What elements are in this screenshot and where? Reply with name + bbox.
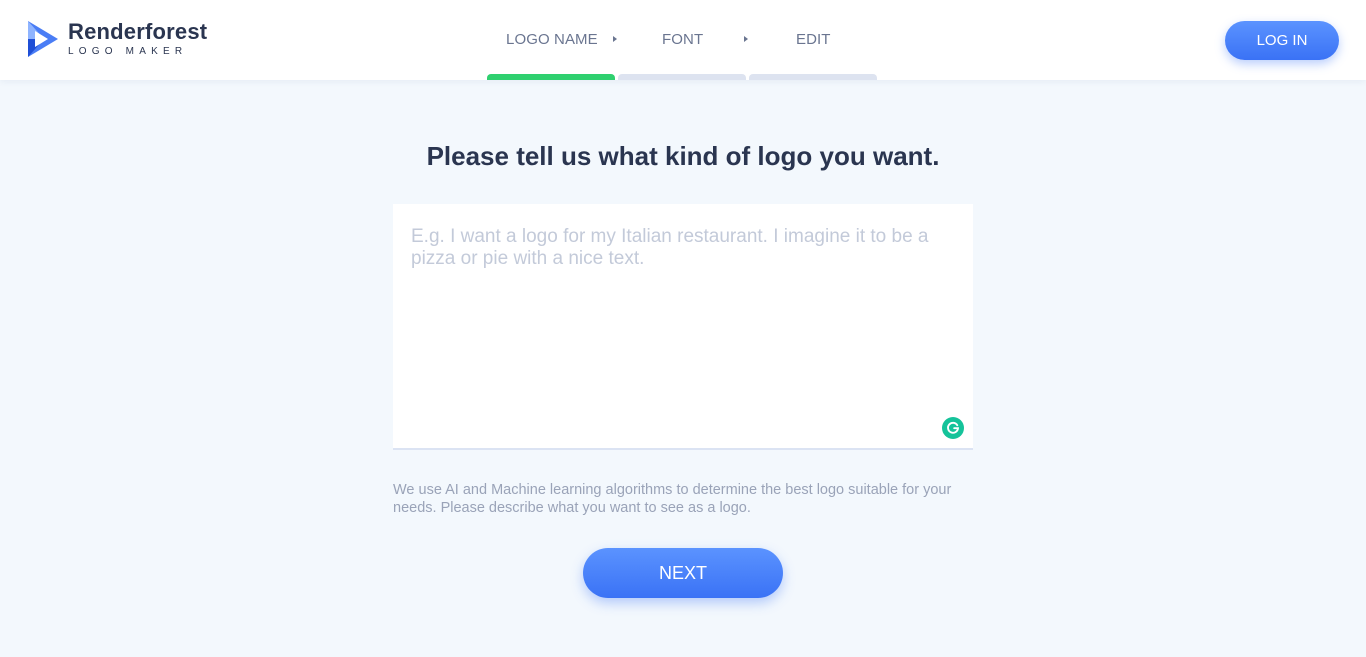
next-button[interactable]: NEXT [583,548,783,598]
logo-description-input[interactable] [393,204,973,448]
top-header: Renderforest LOGO MAKER LOGO NAME FONT E… [0,0,1366,80]
brand-subtitle: LOGO MAKER [68,45,188,57]
step-font[interactable]: FONT [662,31,703,48]
step-arrow-icon [744,36,748,42]
helper-text: We use AI and Machine learning algorithm… [393,482,952,516]
step-progress-logo-name [487,74,615,80]
step-arrow-icon [613,36,617,42]
step-progress-font [618,74,746,80]
step-edit[interactable]: EDIT [796,31,831,48]
renderforest-logo[interactable]: Renderforest LOGO MAKER [26,19,207,59]
grammarly-icon[interactable] [942,417,964,439]
step-logo-name[interactable]: LOGO NAME [506,31,598,48]
login-button[interactable]: LOG IN [1225,21,1339,60]
step-progress-edit [749,74,877,80]
grammarly-g-icon [947,421,960,434]
logo-description-container [393,204,973,450]
play-logo-icon [28,21,58,57]
step-navigation: LOGO NAME FONT EDIT [487,0,877,80]
logo-text: Renderforest LOGO MAKER [68,18,208,59]
page-title: Please tell us what kind of logo you wan… [426,141,940,171]
brand-name: Renderforest [68,18,208,44]
